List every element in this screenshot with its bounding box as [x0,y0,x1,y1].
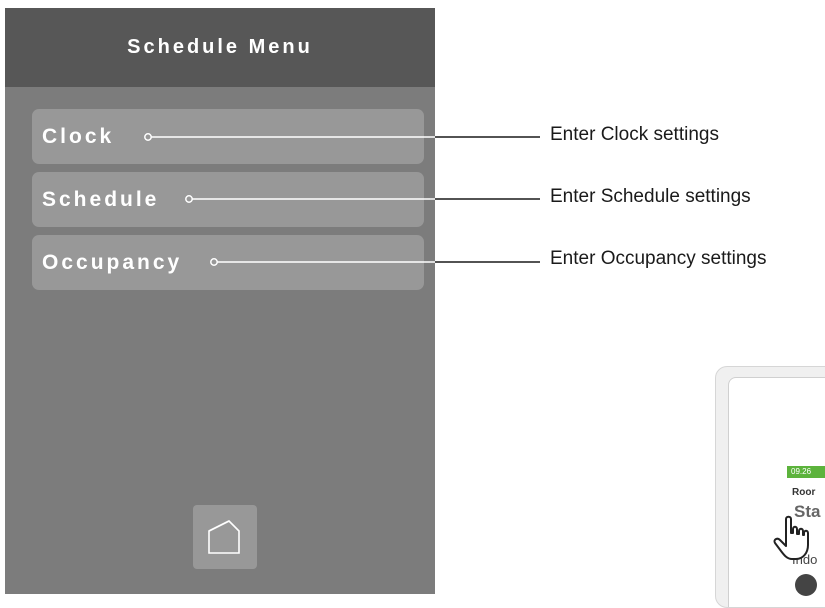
device-time: 09.26 [787,466,825,478]
menu-item-schedule[interactable]: Schedule [32,172,424,227]
hand-pointer-icon [773,515,809,560]
panel-title: Schedule Menu [5,8,435,87]
menu-item-occupancy[interactable]: Occupancy [32,235,424,290]
home-button[interactable] [193,505,257,569]
menu-item-label: Schedule [42,187,160,211]
callout-schedule-text: Enter Schedule settings [550,186,751,207]
device-knob [795,574,817,596]
menu-item-label: Occupancy [42,250,183,274]
schedule-menu-panel: Schedule Menu Clock Schedule Occupancy [5,8,435,594]
home-icon [208,520,240,554]
device-room-label: Roor [792,487,816,498]
menu-item-label: Clock [42,124,115,148]
menu-item-clock[interactable]: Clock [32,109,424,164]
callout-occupancy-text: Enter Occupancy settings [550,248,767,269]
callout-clock-text: Enter Clock settings [550,124,719,145]
